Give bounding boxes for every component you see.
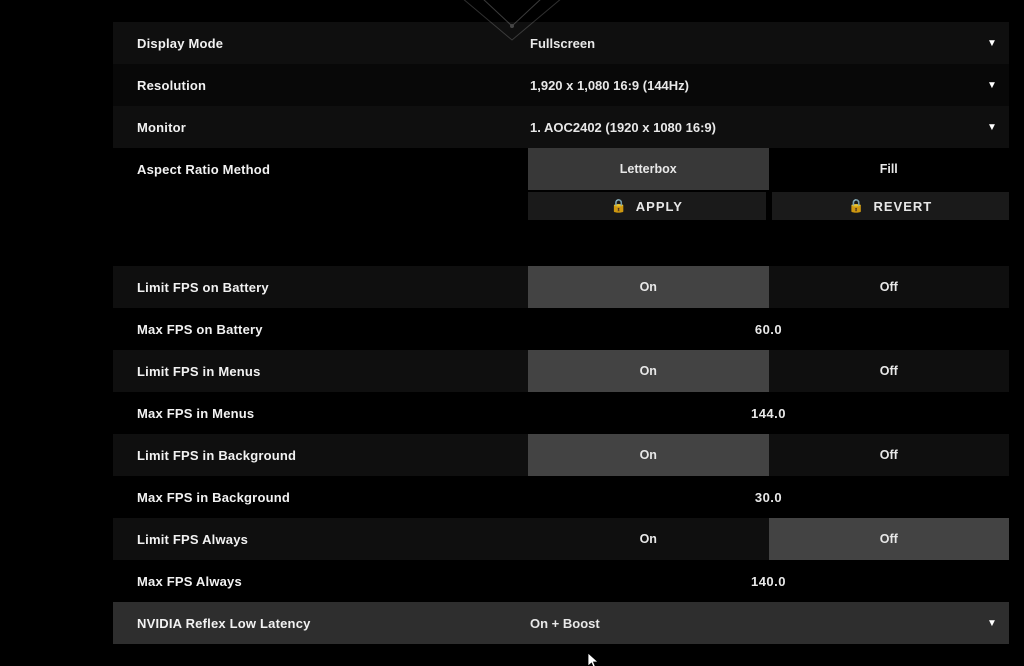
value-max-fps-menus: 144.0 xyxy=(528,406,1009,421)
label-display-mode: Display Mode xyxy=(113,36,528,51)
apply-button[interactable]: 🔒 APPLY xyxy=(528,192,766,220)
toggle-limit-fps-battery-off[interactable]: Off xyxy=(769,266,1010,308)
action-row: 🔒 APPLY 🔒 REVERT xyxy=(528,192,1009,220)
toggle-limit-fps-bg-off[interactable]: Off xyxy=(769,434,1010,476)
toggle-limit-fps-bg-on[interactable]: On xyxy=(528,434,769,476)
row-monitor[interactable]: Monitor 1. AOC2402 (1920 x 1080 16:9) ▼ xyxy=(113,106,1009,148)
apply-label: APPLY xyxy=(636,199,683,214)
chevron-down-icon: ▼ xyxy=(981,80,1009,91)
section-spacer xyxy=(113,220,1009,266)
value-max-fps-battery: 60.0 xyxy=(528,322,1009,337)
value-monitor: 1. AOC2402 (1920 x 1080 16:9) xyxy=(528,120,981,135)
row-aspect-ratio: Aspect Ratio Method Letterbox Fill xyxy=(113,148,1009,190)
toggle-aspect-letterbox[interactable]: Letterbox xyxy=(528,148,769,190)
row-max-fps-always[interactable]: Max FPS Always 140.0 xyxy=(113,560,1009,602)
mouse-cursor-icon xyxy=(587,652,601,666)
row-resolution[interactable]: Resolution 1,920 x 1,080 16:9 (144Hz) ▼ xyxy=(113,64,1009,106)
chevron-down-icon: ▼ xyxy=(981,618,1009,629)
toggle-aspect-fill[interactable]: Fill xyxy=(769,148,1010,190)
label-max-fps-menus: Max FPS in Menus xyxy=(113,406,528,421)
row-max-fps-battery[interactable]: Max FPS on Battery 60.0 xyxy=(113,308,1009,350)
lock-icon: 🔒 xyxy=(611,198,628,214)
row-limit-fps-always: Limit FPS Always On Off xyxy=(113,518,1009,560)
value-max-fps-bg: 30.0 xyxy=(528,490,1009,505)
toggle-limit-fps-always-off[interactable]: Off xyxy=(769,518,1010,560)
chevron-down-icon: ▼ xyxy=(981,122,1009,133)
label-max-fps-bg: Max FPS in Background xyxy=(113,490,528,505)
row-max-fps-bg[interactable]: Max FPS in Background 30.0 xyxy=(113,476,1009,518)
value-max-fps-always: 140.0 xyxy=(528,574,1009,589)
label-nvidia-reflex: NVIDIA Reflex Low Latency xyxy=(113,616,528,631)
label-limit-fps-battery: Limit FPS on Battery xyxy=(113,280,528,295)
label-limit-fps-menus: Limit FPS in Menus xyxy=(113,364,528,379)
row-limit-fps-bg: Limit FPS in Background On Off xyxy=(113,434,1009,476)
label-resolution: Resolution xyxy=(113,78,528,93)
toggle-limit-fps-menus-off[interactable]: Off xyxy=(769,350,1010,392)
row-limit-fps-battery: Limit FPS on Battery On Off xyxy=(113,266,1009,308)
label-aspect-ratio: Aspect Ratio Method xyxy=(113,162,528,177)
label-limit-fps-always: Limit FPS Always xyxy=(113,532,528,547)
row-max-fps-menus[interactable]: Max FPS in Menus 144.0 xyxy=(113,392,1009,434)
row-nvidia-reflex[interactable]: NVIDIA Reflex Low Latency On + Boost ▼ xyxy=(113,602,1009,644)
label-max-fps-battery: Max FPS on Battery xyxy=(113,322,528,337)
revert-label: REVERT xyxy=(873,199,932,214)
toggle-limit-fps-battery-on[interactable]: On xyxy=(528,266,769,308)
value-display-mode: Fullscreen xyxy=(528,36,981,51)
lock-icon: 🔒 xyxy=(848,198,865,214)
value-resolution: 1,920 x 1,080 16:9 (144Hz) xyxy=(528,78,981,93)
toggle-limit-fps-always-on[interactable]: On xyxy=(528,518,769,560)
row-display-mode[interactable]: Display Mode Fullscreen ▼ xyxy=(113,22,1009,64)
row-limit-fps-menus: Limit FPS in Menus On Off xyxy=(113,350,1009,392)
revert-button[interactable]: 🔒 REVERT xyxy=(772,192,1010,220)
label-max-fps-always: Max FPS Always xyxy=(113,574,528,589)
toggle-limit-fps-menus-on[interactable]: On xyxy=(528,350,769,392)
label-limit-fps-bg: Limit FPS in Background xyxy=(113,448,528,463)
label-monitor: Monitor xyxy=(113,120,528,135)
chevron-down-icon: ▼ xyxy=(981,38,1009,49)
value-nvidia-reflex: On + Boost xyxy=(528,616,981,631)
video-settings-panel: Display Mode Fullscreen ▼ Resolution 1,9… xyxy=(113,22,1009,644)
